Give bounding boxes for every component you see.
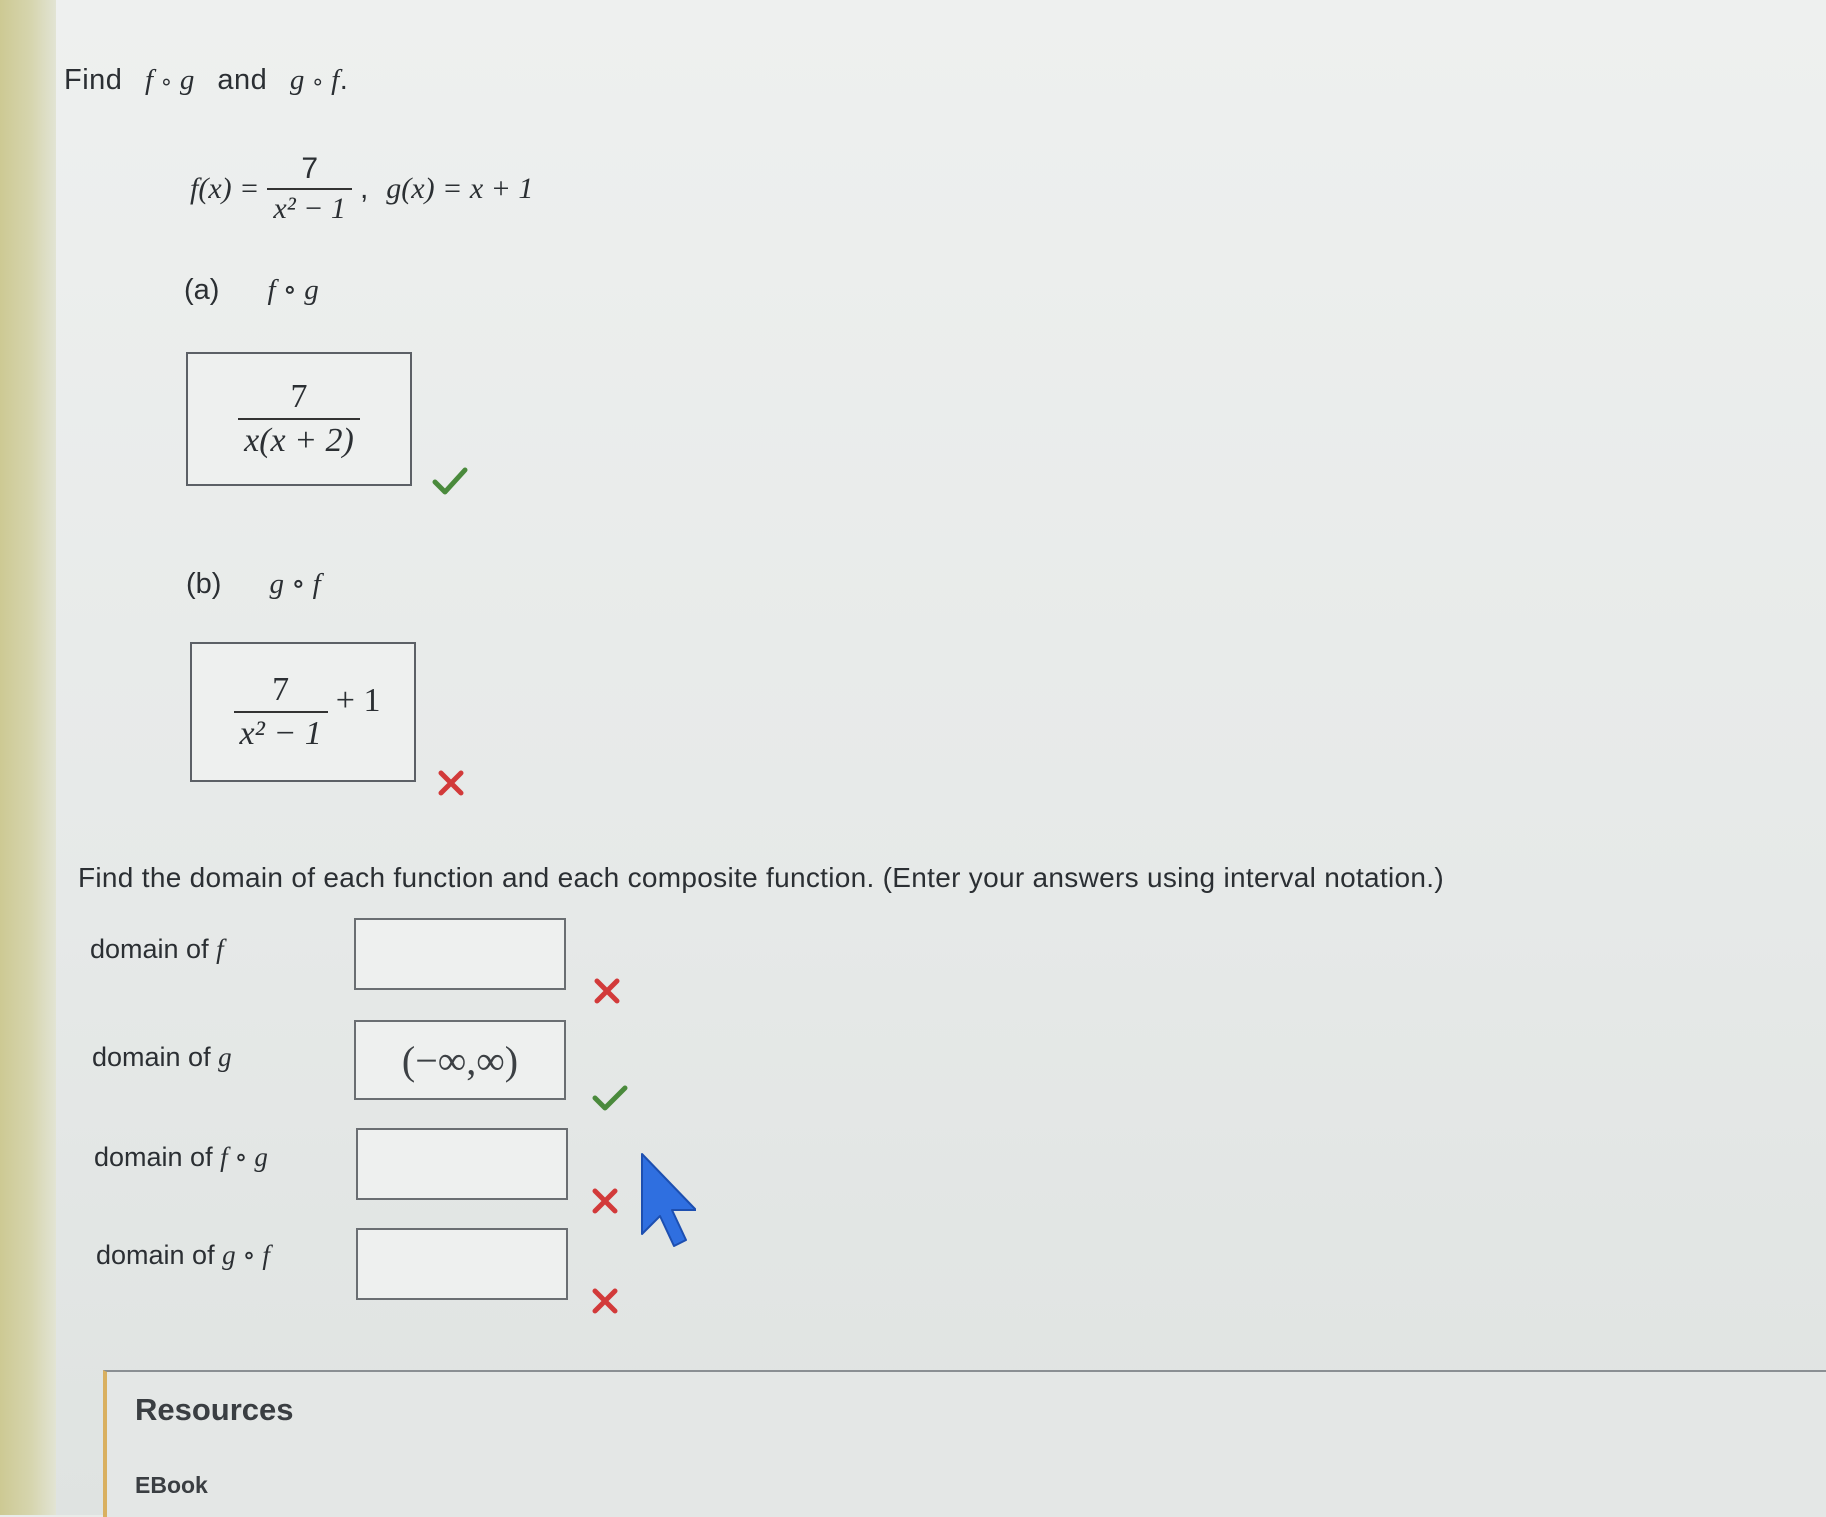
given-functions: f(x) = 7 x² − 1 , g(x) = x + 1: [190, 152, 533, 226]
left-edge-strip: [0, 0, 56, 1515]
f-denominator: x² − 1: [267, 188, 352, 226]
part-b-numerator: 7: [272, 671, 290, 708]
domain-gof-cross-icon: [592, 1288, 618, 1314]
mouse-cursor-icon: [641, 1153, 696, 1247]
compose-operator: ∘: [159, 69, 174, 94]
part-b-answer-tail: + 1: [335, 682, 381, 719]
question-prompt: Find f ∘ g and g ∘ f.: [64, 64, 348, 97]
g-symbol-2: g: [289, 64, 305, 96]
part-a-function: f ∘ g: [267, 274, 319, 306]
f-symbol: f: [144, 64, 154, 96]
domain-f-label: domain of f: [90, 934, 224, 964]
part-b-answer-fraction: 7 x² − 1: [233, 671, 328, 753]
part-b-denominator: x² − 1: [233, 711, 328, 753]
g-symbol: g: [179, 64, 195, 96]
part-a-denominator: x(x + 2): [238, 418, 360, 460]
given-comma: ,: [359, 172, 369, 205]
part-a-answer-fraction: 7 x(x + 2): [238, 378, 360, 460]
f-definition-lhs: f(x) =: [190, 172, 260, 205]
f-symbol-2: f: [331, 64, 340, 96]
domain-g-check-icon: [592, 1085, 628, 1111]
part-a-numerator: 7: [290, 378, 308, 415]
domain-g-label: domain of g: [92, 1042, 232, 1072]
g-definition: g(x) = x + 1: [386, 172, 534, 205]
part-b-label: (b) g ∘ f: [186, 568, 321, 600]
domain-f-cross-icon: [594, 978, 620, 1004]
find-word: Find: [64, 64, 123, 96]
domain-f-input[interactable]: [354, 918, 566, 990]
domain-g-input[interactable]: (−∞,∞): [354, 1020, 566, 1100]
domain-fog-input[interactable]: [356, 1128, 568, 1200]
resources-title: Resources: [135, 1392, 294, 1427]
domain-gof-input[interactable]: [356, 1228, 568, 1300]
domain-fog-cross-icon: [592, 1188, 618, 1214]
compose-operator-2: ∘: [310, 69, 326, 94]
part-a-label: (a) f ∘ g: [184, 274, 319, 306]
and-word: and: [217, 64, 268, 96]
part-b-answer-box[interactable]: 7 x² − 1 + 1: [190, 642, 416, 782]
domain-prompt: Find the domain of each function and eac…: [78, 862, 1444, 893]
f-numerator: 7: [301, 152, 318, 185]
part-a-answer-box[interactable]: 7 x(x + 2): [186, 352, 412, 486]
f-fraction: 7 x² − 1: [267, 152, 352, 226]
part-b-cross-icon: [438, 770, 464, 796]
domain-fog-label: domain of f ∘ g: [94, 1142, 268, 1172]
ebook-link[interactable]: EBook: [135, 1472, 208, 1499]
part-a-check-icon: [432, 467, 468, 495]
resources-panel: Resources EBook: [103, 1370, 1826, 1517]
domain-gof-label: domain of g ∘ f: [96, 1240, 270, 1270]
prompt-period: .: [339, 64, 349, 96]
part-b-function: g ∘ f: [269, 568, 321, 600]
